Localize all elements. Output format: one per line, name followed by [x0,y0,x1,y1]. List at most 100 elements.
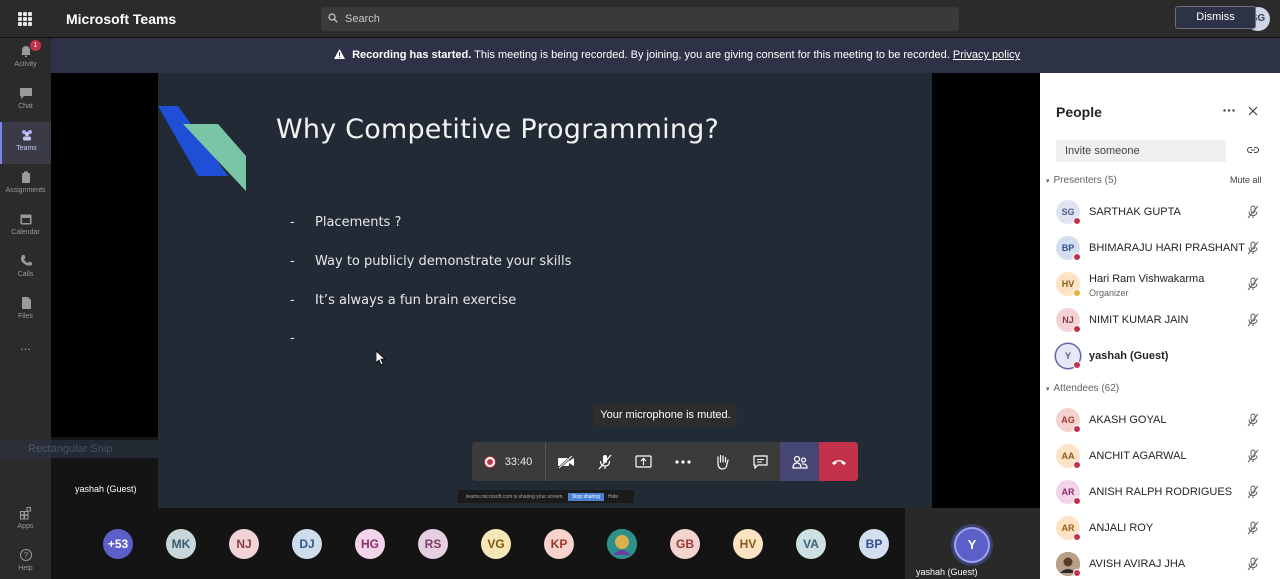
participant-chip[interactable]: VG [481,529,511,559]
participant-chip-photo[interactable] [607,529,637,559]
leave-call-button[interactable] [819,442,858,481]
participant-chip[interactable]: KP [544,529,574,559]
participant-chip[interactable]: +53 [103,529,133,559]
rail-item-assignments[interactable]: Assignments [0,164,51,206]
share-status: teams.microsoft.com is sharing your scre… [466,493,564,500]
participant-name: AKASH GOYAL [1089,414,1167,426]
participant-video-name: yashah (Guest) [75,484,137,494]
share-button[interactable] [624,442,663,481]
rail-item-activity[interactable]: Activity 1 [0,38,51,80]
participant-row[interactable]: HV Hari Ram Vishwakarma Organizer [1056,270,1266,298]
participant-chip[interactable]: HV [733,529,763,559]
participant-chip[interactable]: GB [670,529,700,559]
recording-title: Recording has started. [352,49,472,61]
rail-label: Calendar [11,229,40,236]
presence-indicator [1073,289,1081,297]
show-participants-button[interactable] [780,442,819,481]
presence-indicator [1073,569,1081,577]
participant-chip[interactable]: BP [859,529,889,559]
participant-row[interactable]: AG AKASH GOYAL [1056,406,1266,434]
rail-item-calendar[interactable]: Calendar [0,206,51,248]
participant-row[interactable]: AVISH AVIRAJ JHA [1056,550,1266,578]
activity-badge: 1 [30,40,41,51]
rail-item-calls[interactable]: Calls [0,248,51,290]
participant-row[interactable]: BP BHIMARAJU HARI PRASHANT [1056,234,1266,262]
presence-indicator [1073,461,1081,469]
more-options-icon[interactable] [1223,109,1235,112]
presenters-section-header[interactable]: ▾ Presenters (5) [1046,175,1117,186]
participant-name: ANISH RALPH RODRIGUES [1089,486,1233,498]
hand-icon [716,454,729,470]
microphone-button[interactable] [585,442,624,481]
invite-input[interactable]: Invite someone [1056,140,1226,162]
stop-sharing-button[interactable]: Stop sharing [567,492,604,501]
rail-item-chat[interactable]: Chat [0,80,51,122]
recording-message: This meeting is being recorded. By joini… [474,49,950,61]
avatar: SG [1056,200,1081,225]
rail-label: Activity [14,61,37,68]
avatar: AR [1056,516,1081,541]
avatar: AG [1056,408,1081,433]
people-panel-title: People [1056,104,1102,120]
file-icon [21,297,31,309]
participants-icon [791,455,808,469]
participant-chip[interactable]: MK [166,529,196,559]
close-icon[interactable] [1248,106,1258,116]
participant-mic-status [1246,205,1260,224]
participant-chip[interactable]: DJ [292,529,322,559]
app-launcher-icon[interactable] [18,12,32,26]
search-input[interactable]: Search [321,7,959,31]
participant-row[interactable]: AA ANCHIT AGARWAL [1056,442,1266,470]
avatar: BP [1056,236,1081,261]
participant-row[interactable]: Yyashah (Guest) [1056,342,1266,370]
svg-text:?: ? [23,551,28,560]
dismiss-button[interactable]: Dismiss [1175,6,1256,29]
more-actions-button[interactable] [663,442,702,481]
participant-row[interactable]: AR ANISH RALPH RODRIGUES [1056,478,1266,506]
participant-row[interactable]: AR ANJALI ROY [1056,514,1266,542]
avatar: NJ [1056,308,1081,333]
participant-mic-status [1246,277,1260,296]
rail-item-apps[interactable]: Apps [0,500,51,542]
rail-item-teams[interactable]: Teams [0,122,51,164]
camera-button[interactable] [546,442,585,481]
participant-row[interactable]: NJ NIMIT KUMAR JAIN [1056,306,1266,334]
rail-label: Assignments [5,187,46,194]
participant-chip[interactable]: RS [418,529,448,559]
privacy-policy-link[interactable]: Privacy policy [953,49,1020,61]
participant-name: ANCHIT AGARWAL [1089,450,1187,462]
microphone-off-icon [1247,205,1259,219]
avatar: HV [1056,272,1081,297]
avatar: Y [1056,344,1081,369]
participant-chip[interactable]: NJ [229,529,259,559]
chevron-down-icon: ▾ [1046,178,1050,185]
more-apps-icon[interactable]: ... [0,338,51,380]
hide-share-bar-button[interactable]: Hide [608,494,618,500]
rail-label: Calls [17,271,34,278]
rail-item-files[interactable]: Files [0,290,51,332]
microphone-off-icon [1247,485,1259,499]
microphone-off-icon [1247,313,1259,327]
assignments-icon [21,171,30,183]
presence-indicator [1073,325,1081,333]
more-icon [674,459,691,464]
raise-hand-button[interactable] [702,442,741,481]
participant-name: yashah (Guest) [1089,350,1169,362]
participant-chip[interactable]: HG [355,529,385,559]
slide-bullet: - It’s always a fun brain exercise [290,293,517,308]
rail-item-help[interactable]: ? Help [0,542,51,579]
participant-row[interactable]: SG SARTHAK GUPTA [1056,198,1266,226]
camera-off-icon [557,454,574,469]
chat-button[interactable] [741,442,780,481]
presence-indicator [1073,425,1081,433]
microphone-off-icon [598,454,611,469]
attendees-section-header[interactable]: ▾ Attendees (62) [1046,383,1119,394]
share-screen-icon [635,454,652,468]
participant-mic-status [1246,485,1260,504]
share-link-icon[interactable] [1247,146,1259,154]
search-placeholder: Search [345,13,380,25]
mute-all-button[interactable]: Mute all [1230,175,1262,185]
participant-chip[interactable]: VA [796,529,826,559]
calendar-icon [20,214,31,225]
slide-title: Why Competitive Programming? [276,114,720,145]
